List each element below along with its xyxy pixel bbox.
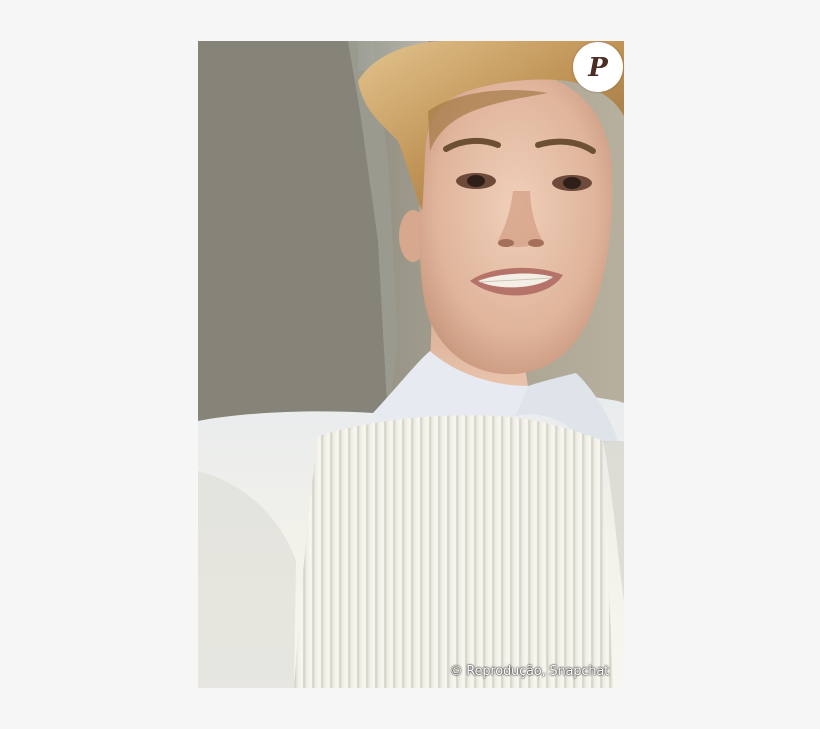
- logo-letter: P: [587, 53, 609, 83]
- p-logo-badge: P: [573, 42, 623, 92]
- photo-illustration: [198, 41, 624, 688]
- photo: [198, 41, 624, 688]
- photo-credit: © Reprodução, Snapchat: [449, 664, 610, 679]
